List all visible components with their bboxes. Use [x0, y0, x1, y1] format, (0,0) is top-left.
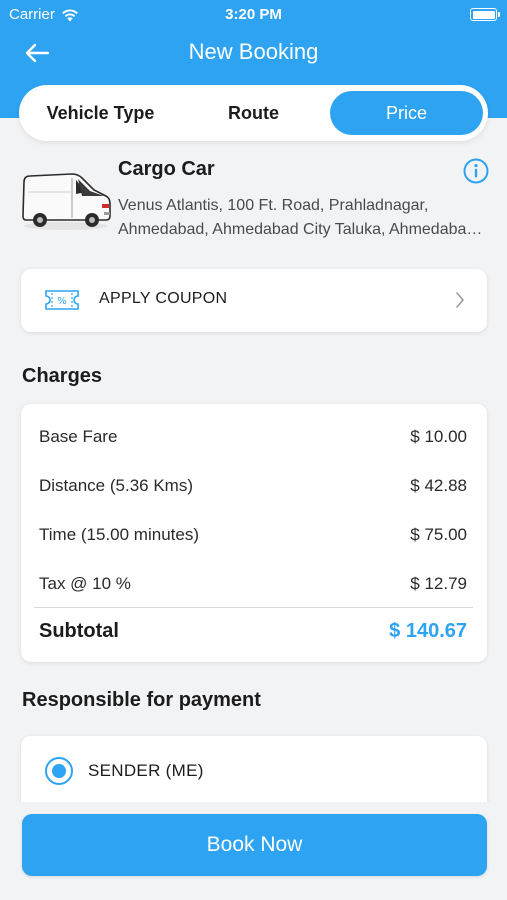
subtotal-label: Subtotal [39, 620, 119, 642]
status-time: 3:20 PM [225, 6, 282, 23]
vehicle-name: Cargo Car [118, 158, 215, 180]
status-bar: Carrier 3:20 PM [0, 0, 507, 30]
tab-route[interactable]: Route [177, 91, 330, 135]
charge-label: Tax @ 10 % [39, 574, 131, 593]
pickup-address: Venus Atlantis, 100 Ft. Road, Prahladnag… [118, 194, 490, 242]
charge-row-base-fare: Base Fare $ 10.00 [39, 427, 467, 447]
charge-label: Distance (5.36 Kms) [39, 476, 193, 495]
charges-divider [34, 607, 473, 608]
apply-coupon-button[interactable]: % APPLY COUPON [21, 269, 487, 332]
charge-label: Base Fare [39, 427, 118, 446]
cargo-van-image [22, 173, 111, 230]
battery-icon [470, 8, 500, 21]
payment-option-label: SENDER (ME) [88, 761, 204, 780]
bottom-action-bar: Book Now [0, 802, 507, 900]
charge-value: $ 12.79 [410, 574, 467, 593]
page-title: New Booking [188, 39, 319, 64]
book-now-button[interactable]: Book Now [22, 814, 487, 876]
charge-value: $ 10.00 [410, 427, 467, 446]
payment-responsibility-title: Responsible for payment [22, 689, 261, 711]
charge-value: $ 42.88 [410, 476, 467, 495]
tab-vehicle-type[interactable]: Vehicle Type [24, 91, 177, 135]
charge-row-time: Time (15.00 minutes) $ 75.00 [39, 525, 467, 545]
coupon-label: APPLY COUPON [99, 290, 228, 307]
info-icon[interactable] [463, 158, 489, 184]
charge-row-tax: Tax @ 10 % $ 12.79 [39, 574, 467, 594]
chevron-right-icon [456, 292, 464, 308]
coupon-ticket-icon: % [45, 290, 79, 310]
charge-label: Time (15.00 minutes) [39, 525, 199, 544]
booking-steps-tabs: Vehicle Type Route Price [19, 85, 488, 141]
tab-price[interactable]: Price [330, 91, 483, 135]
charges-card: Base Fare $ 10.00 Distance (5.36 Kms) $ … [21, 404, 487, 662]
charge-value: $ 75.00 [410, 525, 467, 544]
svg-text:%: % [57, 296, 67, 307]
vehicle-summary: Cargo Car Venus Atlantis, 100 Ft. Road, … [0, 150, 507, 255]
subtotal-value: $ 140.67 [389, 620, 467, 642]
subtotal-row: Subtotal $ 140.67 [39, 620, 467, 643]
charge-row-distance: Distance (5.36 Kms) $ 42.88 [39, 476, 467, 496]
sender-radio-button[interactable] [45, 757, 73, 785]
charges-title: Charges [22, 365, 103, 387]
address-line-1: Venus Atlantis, 100 Ft. Road, Prahladnag… [118, 197, 429, 214]
address-line-2: Ahmedabad, Ahmedabad City Taluka, Ahmeda… [118, 221, 490, 238]
